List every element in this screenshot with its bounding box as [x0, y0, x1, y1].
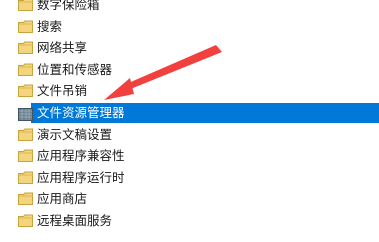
tree-item-label: 网络共享 [37, 40, 88, 56]
tree-item-app-store[interactable]: 应用商店 [0, 188, 379, 210]
tree-item-app-compatibility[interactable]: 应用程序兼容性 [0, 145, 379, 167]
tree-item-label: 文件吊销 [37, 83, 88, 99]
tree-item-file-revocation[interactable]: 文件吊销 [0, 80, 379, 102]
tree-item-label: 演示文稿设置 [37, 126, 113, 142]
folder-icon [18, 192, 33, 206]
tree-item-label: 应用程序兼容性 [37, 148, 125, 164]
folder-tree: 数字保险箱 搜索 网络共享 位置和传感器 文件吊销 文件资源管理器 演示文稿设置… [0, 0, 379, 232]
tree-item-network-sharing[interactable]: 网络共享 [0, 37, 379, 59]
tree-item-label: 搜索 [37, 18, 63, 34]
tree-item-location-sensors[interactable]: 位置和传感器 [0, 59, 379, 81]
policy-folder-icon [18, 106, 33, 121]
folder-icon [18, 0, 33, 11]
tree-item-label: 应用程序运行时 [37, 169, 125, 185]
tree-item-label: 远程桌面服务 [37, 212, 113, 228]
tree-item-label: 数字保险箱 [37, 0, 100, 12]
tree-item-digital-locker[interactable]: 数字保险箱 [0, 0, 379, 16]
tree-item-presentation-settings[interactable]: 演示文稿设置 [0, 124, 379, 146]
folder-icon [18, 171, 33, 184]
folder-icon [18, 84, 33, 98]
tree-item-label: 文件资源管理器 [37, 104, 125, 120]
folder-icon [18, 63, 33, 76]
folder-icon [18, 214, 33, 227]
tree-item-label: 应用商店 [37, 191, 88, 207]
folder-icon [18, 128, 33, 141]
tree-item-app-runtime[interactable]: 应用程序运行时 [0, 167, 379, 189]
tree-item-file-explorer[interactable]: 文件资源管理器 [0, 102, 379, 124]
folder-icon [18, 41, 33, 55]
tree-item-search[interactable]: 搜索 [0, 16, 379, 38]
tree-item-remote-desktop-services[interactable]: 远程桌面服务 [0, 210, 379, 232]
folder-icon [18, 149, 33, 163]
tree-item-label: 位置和传感器 [37, 61, 113, 77]
folder-icon [18, 20, 33, 33]
